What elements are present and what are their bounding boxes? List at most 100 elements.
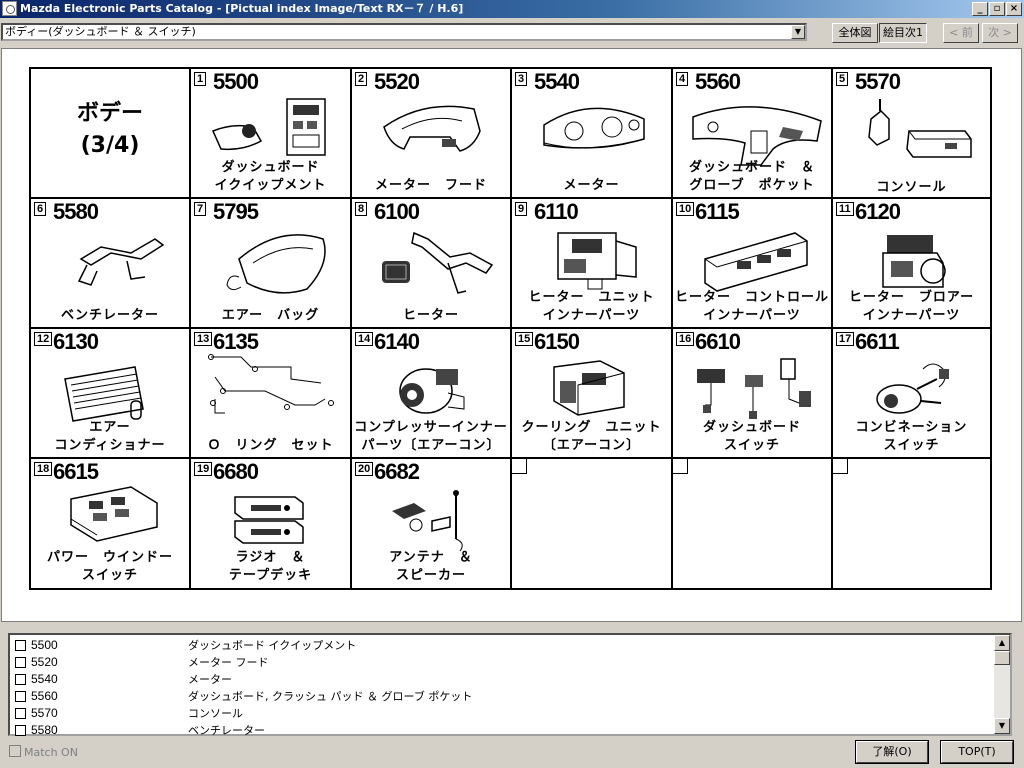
list-item[interactable]: 5540 メーター bbox=[13, 671, 993, 688]
index-page-number: (3/4) bbox=[80, 133, 140, 158]
list-item-checkbox[interactable] bbox=[15, 708, 26, 719]
empty-cell bbox=[833, 459, 990, 588]
scroll-thumb[interactable] bbox=[994, 651, 1010, 665]
part-label-line2: イクイップメント bbox=[214, 178, 327, 193]
list-item[interactable]: 5580 ベンチレーター bbox=[13, 722, 993, 739]
maximize-button[interactable]: ▫ bbox=[989, 2, 1005, 16]
part-label-line1: ダッシュボード ＆ bbox=[688, 160, 815, 175]
part-cell-6680[interactable]: 19 6680 ラジオ ＆ テープデッキ bbox=[191, 459, 352, 588]
part-label-line2: 〔エアーコン〕 bbox=[542, 438, 641, 453]
parts-list: 5500 ダッシュボード イクイップメント 5520 メーター フード 5540… bbox=[8, 633, 1012, 739]
list-item-code: 5560 bbox=[31, 689, 58, 703]
part-cell-5795[interactable]: 7 5795 エアー バッグ bbox=[191, 199, 352, 329]
part-cell-6130[interactable]: 12 6130 エアー コンディショナー bbox=[31, 329, 191, 459]
part-label-line2: テープデッキ bbox=[228, 568, 313, 583]
list-scrollbar[interactable]: ▲ ▼ bbox=[994, 635, 1010, 734]
app-icon[interactable] bbox=[2, 1, 17, 16]
part-label-line1: クーリング ユニット bbox=[521, 420, 662, 435]
part-cell-6150[interactable]: 15 6150 クーリング ユニット 〔エアーコン〕 bbox=[512, 329, 673, 459]
part-label-line2: パーツ〔エアーコン〕 bbox=[361, 438, 501, 453]
part-label-line2: メーター フード bbox=[374, 178, 487, 193]
empty-cell bbox=[673, 459, 833, 588]
part-cell-5560[interactable]: 4 5560 ダッシュボード ＆ グローブ ポケット bbox=[673, 69, 833, 199]
next-button[interactable]: 次 > bbox=[982, 23, 1018, 43]
part-cell-6100[interactable]: 8 6100 ヒーター bbox=[352, 199, 512, 329]
list-item-checkbox[interactable] bbox=[15, 657, 26, 668]
toolbar: ボディー(ダッシュボード ＆ スイッチ) ▼ 全体図 絵目次1 < 前 次 > bbox=[0, 18, 1024, 48]
list-item-checkbox[interactable] bbox=[15, 691, 26, 702]
part-label-line1: ヒーター コントロール bbox=[674, 290, 829, 305]
part-label-line2: ヒーター bbox=[402, 308, 459, 323]
list-item-checkbox[interactable] bbox=[15, 640, 26, 651]
list-item[interactable]: 5570 コンソール bbox=[13, 705, 993, 722]
part-cell-6610[interactable]: 16 6610 ダッシュボード スイッチ bbox=[673, 329, 833, 459]
prev-button[interactable]: < 前 bbox=[943, 23, 979, 43]
list-item-code: 5540 bbox=[31, 672, 58, 686]
category-select[interactable]: ボディー(ダッシュボード ＆ スイッチ) ▼ bbox=[1, 23, 807, 41]
empty-number-box bbox=[673, 459, 688, 474]
part-cell-5500[interactable]: 1 5500 ダッシュボード イクイップメント bbox=[191, 69, 352, 199]
list-item-code: 5520 bbox=[31, 655, 58, 669]
overall-view-button[interactable]: 全体図 bbox=[832, 23, 878, 43]
category-select-value: ボディー(ダッシュボード ＆ スイッチ) bbox=[5, 25, 196, 38]
part-label-line2: スイッチ bbox=[723, 438, 780, 453]
list-item-code: 5570 bbox=[31, 706, 58, 720]
part-cell-6135[interactable]: 13 6135 Ｏ リング セット bbox=[191, 329, 352, 459]
part-label-line2: スイッチ bbox=[883, 438, 940, 453]
list-item-desc: ダッシュボード イクイップメント bbox=[188, 639, 357, 652]
part-label-line2: グローブ ポケット bbox=[689, 178, 815, 193]
part-cell-6611[interactable]: 17 6611 コンビネーション スイッチ bbox=[833, 329, 990, 459]
empty-number-box bbox=[833, 459, 848, 474]
part-label-line1: エアー bbox=[89, 420, 131, 435]
match-checkbox[interactable]: Match ON bbox=[9, 745, 78, 759]
part-label-line1: パワー ウインドー bbox=[46, 550, 173, 565]
part-label-line2: スイッチ bbox=[81, 568, 138, 583]
scroll-down-icon[interactable]: ▼ bbox=[994, 718, 1010, 734]
part-cell-5540[interactable]: 3 5540 メーター bbox=[512, 69, 673, 199]
part-cell-6120[interactable]: 11 6120 ヒーター ブロアー インナーパーツ bbox=[833, 199, 990, 329]
part-label-line2: Ｏ リング セット bbox=[207, 438, 334, 453]
list-item-code: 5580 bbox=[31, 723, 58, 737]
part-label-line2: エアー バッグ bbox=[221, 308, 320, 323]
part-cell-6615[interactable]: 18 6615 パワー ウインドー スイッチ bbox=[31, 459, 191, 588]
part-label-line1: ダッシュボード bbox=[221, 160, 320, 175]
scroll-up-icon[interactable]: ▲ bbox=[994, 635, 1010, 651]
list-item[interactable]: 5500 ダッシュボード イクイップメント bbox=[13, 637, 993, 654]
part-cell-6115[interactable]: 10 6115 ヒーター コントロール インナーパーツ bbox=[673, 199, 833, 329]
list-item-desc: メーター フード bbox=[188, 656, 269, 669]
match-checkbox-box[interactable] bbox=[9, 745, 21, 757]
part-cell-6110[interactable]: 9 6110 ヒーター ユニット インナーパーツ bbox=[512, 199, 673, 329]
part-cell-5580[interactable]: 6 5580 ベンチレーター bbox=[31, 199, 191, 329]
part-label-line1: コンプレッサーインナー bbox=[354, 420, 508, 435]
index-next-button[interactable]: 絵目次1 bbox=[879, 23, 927, 43]
list-item-desc: コンソール bbox=[188, 707, 243, 720]
list-item-checkbox[interactable] bbox=[15, 725, 26, 736]
part-cell-5520[interactable]: 2 5520 メーター フード bbox=[352, 69, 512, 199]
minimize-button[interactable]: _ bbox=[972, 2, 988, 16]
close-button[interactable]: × bbox=[1006, 2, 1022, 16]
list-item-desc: ベンチレーター bbox=[188, 724, 265, 737]
dropdown-arrow-icon[interactable]: ▼ bbox=[791, 25, 805, 39]
empty-number-box bbox=[512, 459, 527, 474]
part-cell-6682[interactable]: 20 6682 アンテナ ＆ スピーカー bbox=[352, 459, 512, 588]
part-cell-5570[interactable]: 5 5570 コンソール bbox=[833, 69, 990, 199]
part-label-line1: ラジオ ＆ bbox=[235, 550, 306, 565]
part-label-line2: インナーパーツ bbox=[542, 308, 641, 323]
part-label-line1: アンテナ ＆ bbox=[389, 550, 473, 565]
ok-button[interactable]: 了解(O) bbox=[855, 740, 929, 764]
part-label-line2: コンディショナー bbox=[54, 438, 166, 453]
part-label-line2: インナーパーツ bbox=[862, 308, 961, 323]
list-item-desc: ダッシュボード, クラッシュ パッド ＆ グローブ ポケット bbox=[188, 690, 473, 703]
index-title: ボデー bbox=[76, 101, 143, 126]
list-item[interactable]: 5520 メーター フード bbox=[13, 654, 993, 671]
match-checkbox-label: Match ON bbox=[24, 746, 78, 759]
window-title: Mazda Electronic Parts Catalog - [Pictua… bbox=[20, 2, 464, 15]
list-item-checkbox[interactable] bbox=[15, 674, 26, 685]
parts-index-grid: ボデー (3/4) 1 5500 ダッシュボード イクイップメント 2 5520… bbox=[29, 67, 992, 590]
part-cell-6140[interactable]: 14 6140 コンプレッサーインナー パーツ〔エアーコン〕 bbox=[352, 329, 512, 459]
top-button[interactable]: TOP(T) bbox=[940, 740, 1014, 764]
part-label-line1: ヒーター ユニット bbox=[528, 290, 655, 305]
part-label-line2: ベンチレーター bbox=[60, 308, 159, 323]
list-item[interactable]: 5560 ダッシュボード, クラッシュ パッド ＆ グローブ ポケット bbox=[13, 688, 993, 705]
part-label-line1: ダッシュボード bbox=[702, 420, 801, 435]
